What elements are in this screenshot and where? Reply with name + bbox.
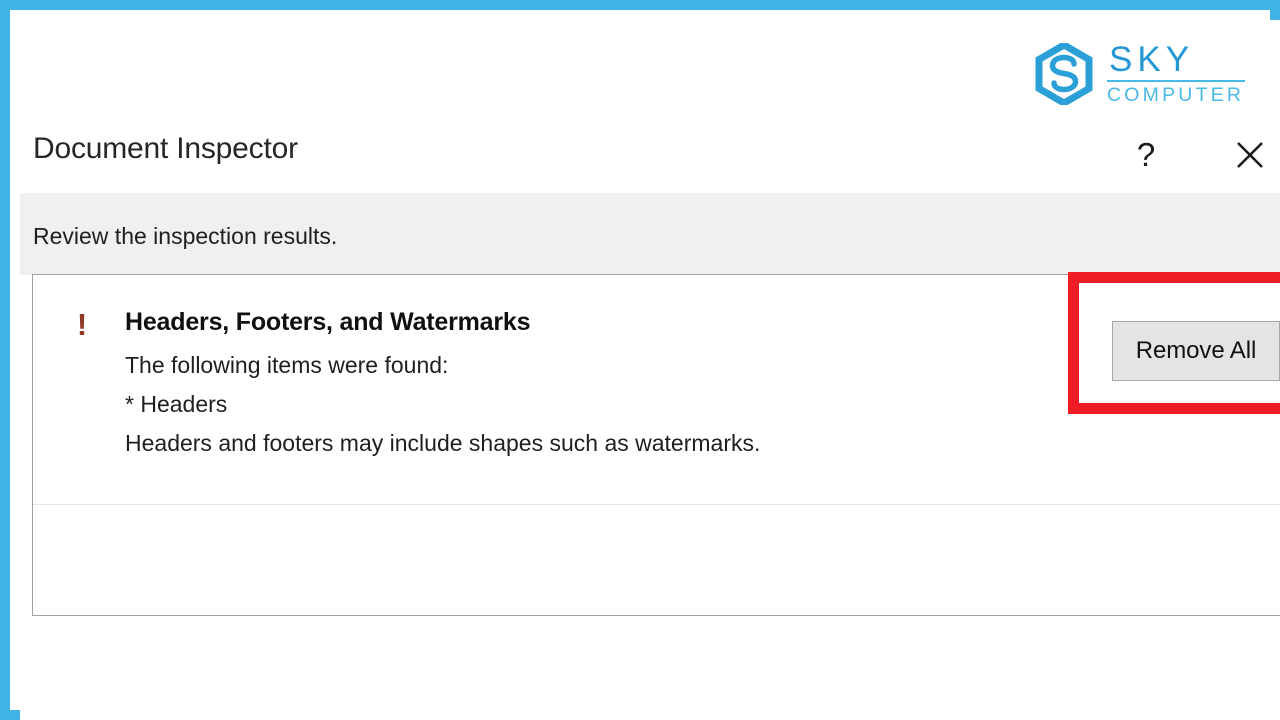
inspection-results-panel[interactable]: ! Headers, Footers, and Watermarks The f… bbox=[32, 274, 1280, 616]
sky-computer-logo: SKY COMPUTER bbox=[1033, 35, 1273, 113]
close-icon[interactable] bbox=[1228, 133, 1272, 177]
result-line-item: * Headers bbox=[125, 391, 228, 417]
page-title: Document Inspector bbox=[33, 132, 298, 165]
result-line-note: Headers and footers may include shapes s… bbox=[125, 430, 761, 456]
logo-secondary-text: COMPUTER bbox=[1107, 84, 1245, 107]
result-line-found: The following items were found: bbox=[125, 352, 449, 378]
sky-computer-hexagon-logo-icon bbox=[1035, 43, 1093, 105]
close-icon-glyph bbox=[1237, 142, 1263, 168]
dialog-window: SKY COMPUTER Document Inspector ? Review… bbox=[20, 20, 1280, 720]
dialog-title-bar: Document Inspector ? bbox=[20, 115, 1280, 193]
logo-divider-rule bbox=[1107, 80, 1246, 83]
instruction-text: Review the inspection results. bbox=[33, 223, 338, 249]
result-row: ! Headers, Footers, and Watermarks The f… bbox=[33, 275, 1280, 505]
result-content: Headers, Footers, and Watermarks The fol… bbox=[125, 308, 1081, 463]
help-icon[interactable]: ? bbox=[1124, 133, 1168, 177]
logo-wordmark: SKY COMPUTER bbox=[1107, 40, 1246, 107]
remove-all-button[interactable]: Remove All bbox=[1112, 321, 1280, 381]
warning-exclamation-icon: ! bbox=[76, 307, 88, 342]
result-title: Headers, Footers, and Watermarks bbox=[125, 308, 531, 336]
instruction-band: Review the inspection results. bbox=[20, 193, 1280, 275]
logo-primary-text: SKY bbox=[1109, 40, 1195, 80]
screenshot-blue-frame: SKY COMPUTER Document Inspector ? Review… bbox=[0, 0, 1280, 720]
